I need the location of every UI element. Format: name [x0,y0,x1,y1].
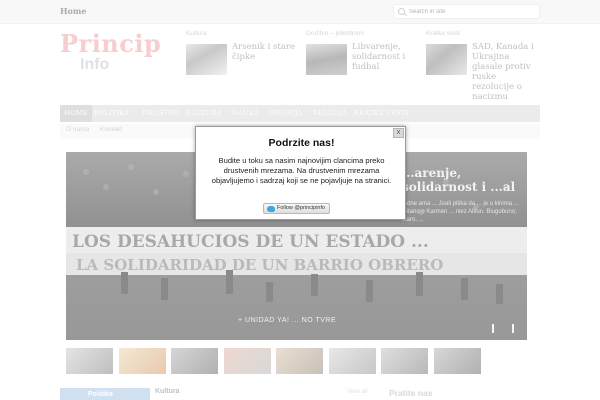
modal-title: Podrzite nas! [268,137,335,149]
twitter-follow-button[interactable]: Follow @principinfo [263,203,330,214]
twitter-bird-icon [267,205,275,212]
support-modal: x Podrzite nas! Budite u toku sa nasim n… [195,126,406,220]
follow-label: Follow @principinfo [277,205,326,211]
modal-body: Budite u toku sa nasim najnovijim clanci… [211,156,392,185]
